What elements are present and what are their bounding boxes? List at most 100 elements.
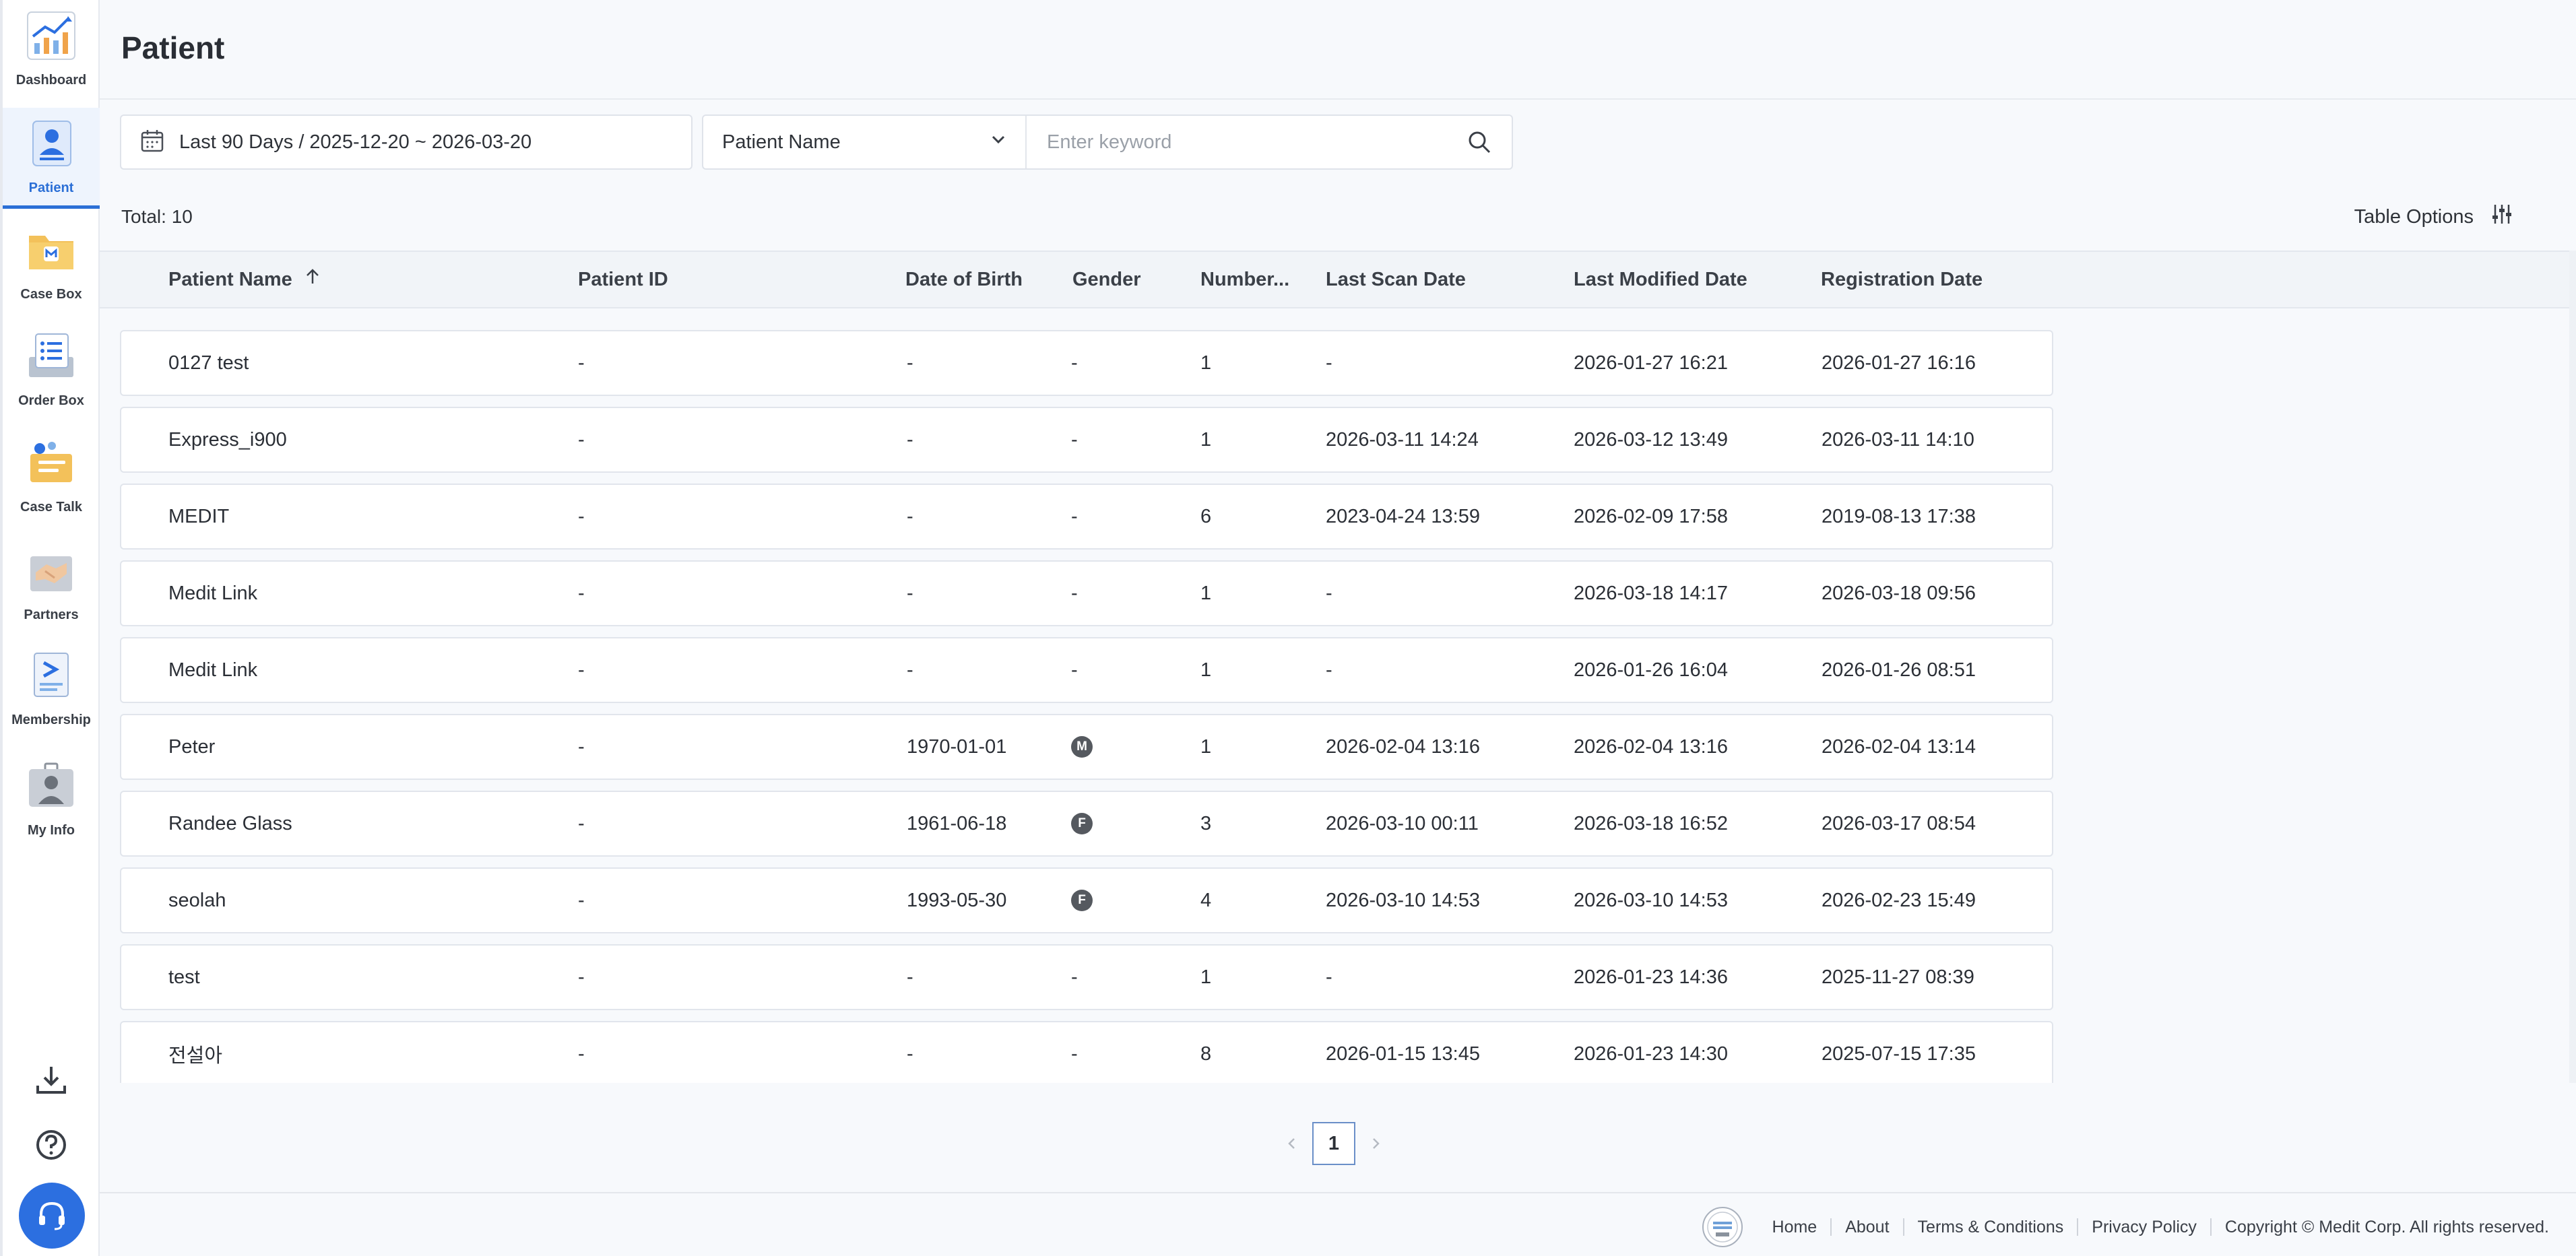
search-field-select[interactable]: Patient Name [703,116,1027,168]
column-header-registration-date[interactable]: Registration Date [1821,252,1983,307]
cell-last-scan-date: - [1326,966,1332,988]
cell-registration-date: 2025-07-15 17:35 [1822,1043,1976,1065]
cell-last-scan-date: 2026-01-15 13:45 [1326,1043,1480,1065]
search-icon[interactable] [1447,116,1512,168]
date-range-label: Last 90 Days / 2025-12-20 ~ 2026-03-20 [179,131,532,153]
footer-link-privacy[interactable]: Privacy Policy [2092,1218,2197,1237]
cell-number: 6 [1200,505,1212,527]
cell-last-scan-date: 2023-04-24 13:59 [1326,505,1480,527]
table-row[interactable]: Randee Glass - 1961-06-18 F 3 2026-03-10 00:1… [120,791,2053,857]
sidebar-item-case-talk[interactable]: Case Talk [3,427,100,528]
column-label: Patient Name [168,268,292,290]
handshake-icon [25,544,77,597]
pagination: 1 [1272,1122,1396,1165]
cell-patient-name: Medit Link [168,659,258,681]
date-range-picker[interactable]: Last 90 Days / 2025-12-20 ~ 2026-03-20 [120,114,693,170]
sidebar-item-partners[interactable]: Partners [3,535,100,636]
cell-gender: M [1071,715,1093,779]
cell-last-scan-date: 2026-02-04 13:16 [1326,735,1480,758]
page-number[interactable]: 1 [1312,1122,1355,1165]
header-divider [100,98,2576,100]
table-row[interactable]: MEDIT - - - 6 2023-04-24 13:59 2026-02-09 17:5… [120,484,2053,550]
cell-number: 1 [1200,582,1212,604]
cell-patient-name: test [168,966,200,988]
headset-icon[interactable] [19,1183,85,1249]
download-icon[interactable] [32,1061,70,1099]
footer-link-terms[interactable]: Terms & Conditions [1918,1218,2064,1237]
cell-patient-id: - [578,352,585,374]
table-row[interactable]: 전설아 - - - 8 2026-01-15 13:45 2026-01-23 14:30 2… [120,1021,2053,1083]
chevron-right-icon[interactable] [1355,1122,1396,1165]
column-header-date-of-birth[interactable]: Date of Birth [905,252,1023,307]
table-row[interactable]: seolah - 1993-05-30 F 4 2026-03-10 14:53 2026-… [120,867,2053,933]
cell-date-of-birth: 1993-05-30 [907,889,1007,911]
column-header-patient-id[interactable]: Patient ID [578,252,668,307]
cell-patient-id: - [578,812,585,834]
sidebar-item-dashboard[interactable]: Dashboard [3,0,100,101]
certification-badge-icon [1701,1205,1744,1249]
sidebar-item-label: Partners [24,607,79,622]
table-options-button[interactable]: Table Options [2354,202,2530,232]
cell-patient-id: - [578,735,585,758]
table-row[interactable]: Peter - 1970-01-01 M 1 2026-02-04 13:16 2026-0… [120,714,2053,780]
column-header-number[interactable]: Number... [1200,252,1289,307]
cell-registration-date: 2026-03-18 09:56 [1822,582,1976,604]
column-header-gender[interactable]: Gender [1072,252,1141,307]
cell-patient-id: - [578,582,585,604]
table-row[interactable]: 0127 test - - - 1 - 2026-01-27 16:21 2026-01-27… [120,330,2053,396]
sidebar-item-order-box[interactable]: Order Box [3,321,100,422]
footer-divider [100,1192,2576,1193]
cell-date-of-birth: - [907,428,913,451]
help-icon[interactable] [32,1126,70,1164]
cell-patient-name: Peter [168,735,216,758]
chevron-left-icon[interactable] [1272,1122,1312,1165]
table-header: Patient Name Patient ID Date of Birth Ge… [100,251,2576,308]
cell-patient-name: MEDIT [168,505,230,527]
table-row[interactable]: Medit Link - - - 1 - 2026-03-18 14:17 2026-03-1… [120,560,2053,626]
cell-patient-id: - [578,505,585,527]
case-box-icon [25,224,77,276]
cell-date-of-birth: - [907,1043,913,1065]
membership-icon [25,649,77,702]
cell-gender: - [1071,1043,1078,1065]
cell-gender: - [1071,428,1078,451]
sidebar-item-case-box[interactable]: Case Box [3,214,100,315]
sidebar-item-patient[interactable]: Patient [3,108,100,209]
footer-link-about[interactable]: About [1845,1218,1889,1237]
search-field-value: Patient Name [722,131,841,153]
cell-patient-id: - [578,1043,585,1065]
sidebar-item-label: Case Talk [20,500,82,515]
footer-separator [2077,1218,2079,1236]
case-talk-icon [25,436,77,489]
cell-patient-name: Medit Link [168,582,258,604]
cell-gender: F [1071,792,1093,855]
cell-last-modified-date: 2026-03-12 13:49 [1574,428,1728,451]
sidebar-item-label: Dashboard [15,73,87,88]
column-header-last-scan-date[interactable]: Last Scan Date [1326,252,1466,307]
chart-icon [25,9,77,62]
table-row[interactable]: Medit Link - - - 1 - 2026-01-26 16:04 2026-01-2… [120,637,2053,703]
table-row[interactable]: test - - - 1 - 2026-01-23 14:36 2025-11-27 08:3… [120,944,2053,1010]
cell-registration-date: 2026-01-26 08:51 [1822,659,1976,681]
sidebar-item-membership[interactable]: Membership [3,640,100,741]
gender-badge: F [1071,890,1093,911]
cell-gender: - [1071,966,1078,988]
cell-date-of-birth: - [907,505,913,527]
cell-last-modified-date: 2026-01-27 16:21 [1574,352,1728,374]
cell-gender: - [1071,659,1078,681]
search-input[interactable] [1027,116,1447,168]
sidebar-item-my-info[interactable]: My Info [3,750,100,851]
table-row[interactable]: Express_i900 - - - 1 2026-03-11 14:24 2026-03-… [120,407,2053,473]
column-header-last-modified-date[interactable]: Last Modified Date [1574,252,1747,307]
column-header-patient-name[interactable]: Patient Name [168,252,322,307]
cell-last-modified-date: 2026-03-18 14:17 [1574,582,1728,604]
cell-number: 1 [1200,352,1212,374]
sidebar: Dashboard Patient Case Box Order Box Cas… [0,0,100,1256]
cell-last-modified-date: 2026-02-09 17:58 [1574,505,1728,527]
cell-last-scan-date: - [1326,659,1332,681]
cell-number: 1 [1200,428,1212,451]
footer-link-home[interactable]: Home [1772,1218,1817,1237]
calendar-icon [140,129,164,156]
cell-registration-date: 2026-02-23 15:49 [1822,889,1976,911]
vertical-scrollbar[interactable] [2569,251,2576,1083]
